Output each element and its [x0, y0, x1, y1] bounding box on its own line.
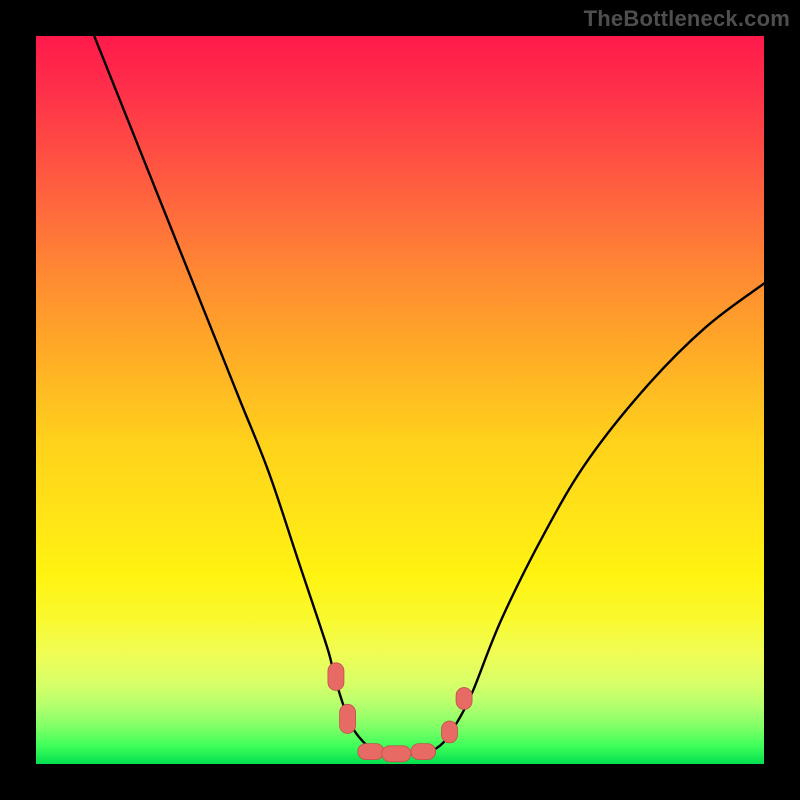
curve-marker	[340, 704, 356, 733]
chart-frame: TheBottleneck.com	[0, 0, 800, 800]
curve-marker	[382, 746, 411, 762]
curve-marker	[358, 744, 384, 760]
curve-markers	[328, 663, 472, 762]
curve-svg	[36, 36, 764, 764]
curve-marker	[411, 744, 436, 760]
plot-area	[36, 36, 764, 764]
watermark-text: TheBottleneck.com	[584, 6, 790, 32]
curve-marker	[441, 721, 457, 743]
curve-marker	[456, 688, 472, 710]
bottleneck-curve	[94, 36, 764, 755]
curve-marker	[328, 663, 344, 691]
